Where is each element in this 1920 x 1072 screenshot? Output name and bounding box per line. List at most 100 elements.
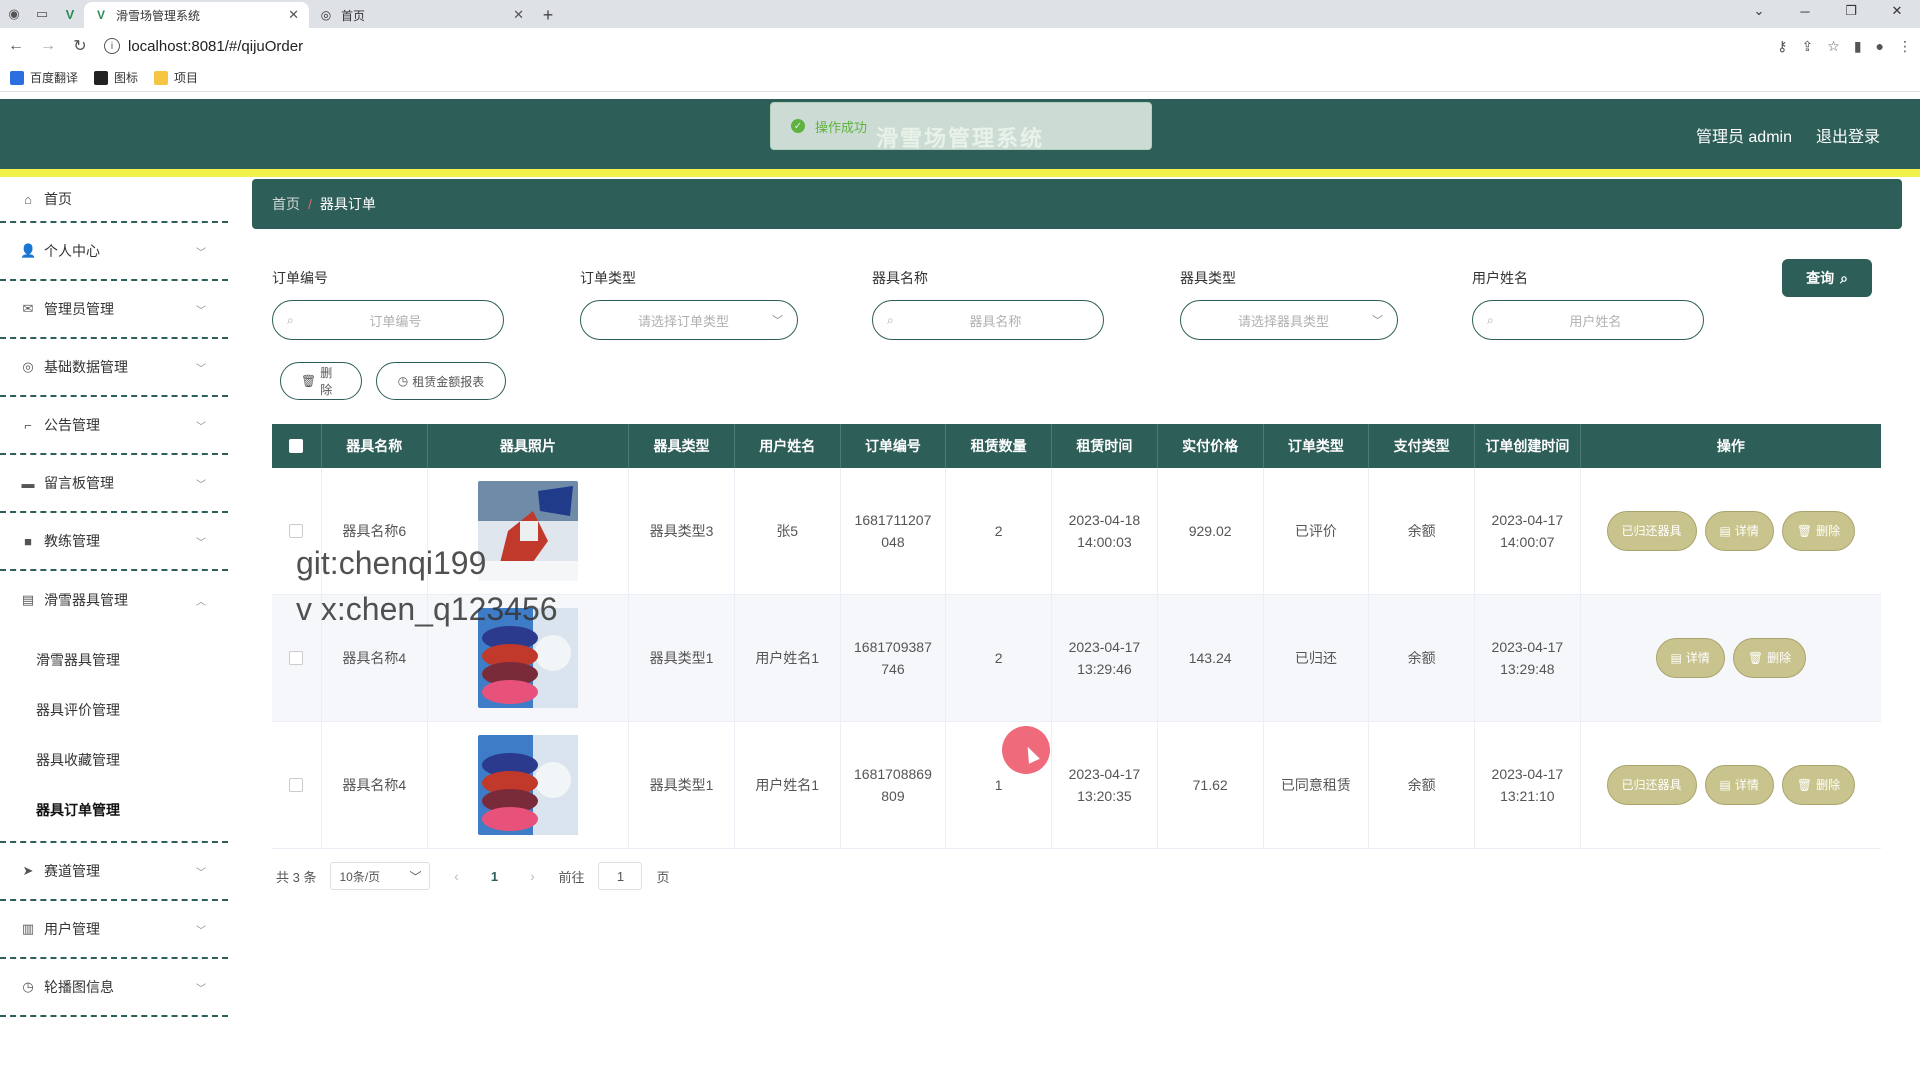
sidebar-item-profile[interactable]: 👤 个人中心 ﹀	[0, 223, 228, 281]
key-icon[interactable]: ⚷	[1777, 38, 1787, 55]
tab-active[interactable]: V 滑雪场管理系统 ✕	[84, 2, 309, 28]
chevron-down-icon: ﹀	[1372, 315, 1383, 327]
button-label: 删除	[1816, 778, 1841, 792]
check-icon: ✓	[791, 119, 805, 133]
order-number-part: 746	[881, 661, 905, 677]
user-name-input[interactable]: ⌕ 用户姓名	[1472, 300, 1704, 340]
order-type-select[interactable]: 请选择订单类型 ﹀	[580, 300, 798, 340]
sidepanel-icon[interactable]: ▮	[1854, 38, 1862, 55]
time: 13:29:48	[1500, 661, 1555, 677]
github-icon[interactable]: ◉	[0, 0, 28, 28]
equipment-photo[interactable]	[477, 735, 578, 835]
submenu-item-orders[interactable]: 器具订单管理	[0, 785, 228, 835]
sidebar-item-home[interactable]: ⌂ 首页	[0, 177, 228, 223]
breadcrumb-home[interactable]: 首页	[272, 194, 300, 214]
equipment-type: 器具类型1	[629, 595, 735, 721]
row-select-cell	[272, 722, 322, 848]
sidebar-item-notice[interactable]: ⌐ 公告管理 ﹀	[0, 397, 228, 455]
new-tab-icon[interactable]: +	[534, 2, 562, 28]
page-size-select[interactable]: 10条/页 ﹀	[330, 862, 431, 890]
button-label: 删除	[320, 366, 333, 397]
return-equipment-button[interactable]: 已归还器具	[1606, 511, 1697, 551]
submenu-item-reviews[interactable]: 器具评价管理	[0, 685, 228, 735]
sidebar-item-label: 教练管理	[44, 533, 100, 549]
current-page[interactable]: 1	[482, 869, 506, 884]
row-checkbox[interactable]	[289, 524, 304, 538]
row-actions: ▤ 详情 🗑 删除	[1581, 595, 1881, 721]
bookmark-item[interactable]: 图标	[94, 69, 138, 86]
close-window-icon[interactable]: ✕	[1874, 0, 1920, 22]
column-header: 操作	[1716, 438, 1745, 454]
sidebar-item-messages[interactable]: ▬ 留言板管理 ﹀	[0, 455, 228, 513]
detail-button[interactable]: ▤ 详情	[1704, 511, 1774, 551]
close-icon[interactable]: ✕	[513, 7, 524, 23]
equipment-name-input[interactable]: ⌕ 器具名称	[872, 300, 1104, 340]
delete-button[interactable]: 🗑 删除	[1781, 511, 1856, 551]
profile-icon[interactable]: ●	[1876, 38, 1884, 54]
sidebar-item-admin[interactable]: ✉ 管理员管理 ﹀	[0, 281, 228, 339]
minimize-icon[interactable]: ─	[1782, 0, 1828, 22]
sidebar-item-tracks[interactable]: ➤ 赛道管理 ﹀	[0, 843, 228, 901]
placeholder: 请选择订单类型	[637, 313, 729, 329]
bulk-delete-button[interactable]: 🗑 删除	[280, 362, 362, 400]
goto-page-input[interactable]: 1	[598, 862, 643, 890]
logout-link[interactable]: 退出登录	[1816, 123, 1880, 147]
delete-button[interactable]: 🗑 删除	[1732, 638, 1807, 678]
url-field[interactable]: i localhost:8081/#/qijuOrder	[104, 38, 303, 55]
delete-button[interactable]: 🗑 删除	[1781, 765, 1856, 805]
row-checkbox[interactable]	[289, 778, 304, 792]
created-time: 2023-04-17 14:00:07	[1475, 468, 1581, 594]
tab-inactive[interactable]: ◎ 首页 ✕	[309, 2, 534, 28]
button-label: 删除	[1767, 651, 1792, 665]
order-no-input[interactable]: ⌕ 订单编号	[272, 300, 504, 340]
bookmark-item[interactable]: 百度翻译	[10, 69, 78, 86]
sidebar-item-coach[interactable]: ■ 教练管理 ﹀	[0, 513, 228, 571]
back-icon[interactable]: ←	[0, 37, 32, 55]
globe-icon: ◎	[320, 8, 332, 22]
equipment-type-select[interactable]: 请选择器具类型 ﹀	[1180, 300, 1398, 340]
next-page-icon[interactable]: ›	[520, 868, 544, 884]
sidebar-item-equipment[interactable]: ▤ 滑雪器具管理 ︿	[0, 571, 228, 629]
bookmark-item[interactable]: 项目	[154, 69, 198, 86]
chevron-down-icon: ﹀	[196, 479, 206, 491]
forward-icon[interactable]: →	[32, 37, 64, 55]
select-all-checkbox[interactable]	[289, 439, 304, 453]
close-icon[interactable]: ✕	[288, 7, 299, 23]
restore-icon[interactable]: ❐	[1828, 0, 1874, 22]
translate-icon	[10, 70, 24, 85]
rental-report-button[interactable]: ◷ 租赁金额报表	[376, 362, 506, 400]
detail-button[interactable]: ▤ 详情	[1655, 638, 1725, 678]
column-header: 订单创建时间	[1475, 424, 1581, 468]
equipment-type: 器具类型1	[629, 722, 735, 848]
prev-page-icon[interactable]: ‹	[444, 868, 468, 884]
info-icon[interactable]: i	[104, 38, 120, 54]
order-number-part: 048	[881, 534, 905, 550]
chevron-down-icon[interactable]: ⌄	[1736, 0, 1782, 22]
sidebar-item-carousel[interactable]: ◷ 轮播图信息 ﹀	[0, 959, 228, 1017]
watermark-line: git:chenqi199	[296, 545, 487, 581]
payment-type: 余额	[1369, 722, 1475, 848]
query-button[interactable]: 查询 ⌕	[1782, 259, 1872, 297]
row-checkbox[interactable]	[289, 651, 304, 665]
reload-icon[interactable]: ↻	[64, 36, 96, 56]
sidebar-item-label: 个人中心	[44, 243, 100, 259]
submenu-item-equipment[interactable]: 滑雪器具管理	[0, 635, 228, 685]
tab-title: 滑雪场管理系统	[116, 8, 201, 23]
clipboard-icon: ▥	[21, 921, 35, 936]
rental-quantity: 2	[946, 468, 1053, 594]
vue-icon[interactable]: V	[56, 0, 84, 28]
star-icon[interactable]: ☆	[1827, 38, 1840, 55]
return-equipment-button[interactable]: 已归还器具	[1606, 765, 1697, 805]
page-icon[interactable]: ▭	[28, 0, 56, 28]
detail-button[interactable]: ▤ 详情	[1704, 765, 1774, 805]
column-header: 订单类型	[1264, 424, 1370, 468]
menu-icon[interactable]: ⋮	[1898, 38, 1912, 55]
suitcase-icon: ▬	[21, 475, 35, 491]
order-number: 1681708869 809	[841, 722, 947, 848]
share-icon[interactable]: ⇪	[1802, 38, 1814, 55]
sidebar-item-users[interactable]: ▥ 用户管理 ﹀	[0, 901, 228, 959]
clock-icon: ◷	[22, 979, 34, 994]
submenu-item-favorites[interactable]: 器具收藏管理	[0, 735, 228, 785]
sidebar-item-basedata[interactable]: ◎ 基础数据管理 ﹀	[0, 339, 228, 397]
chevron-down-icon: ﹀	[409, 869, 422, 884]
